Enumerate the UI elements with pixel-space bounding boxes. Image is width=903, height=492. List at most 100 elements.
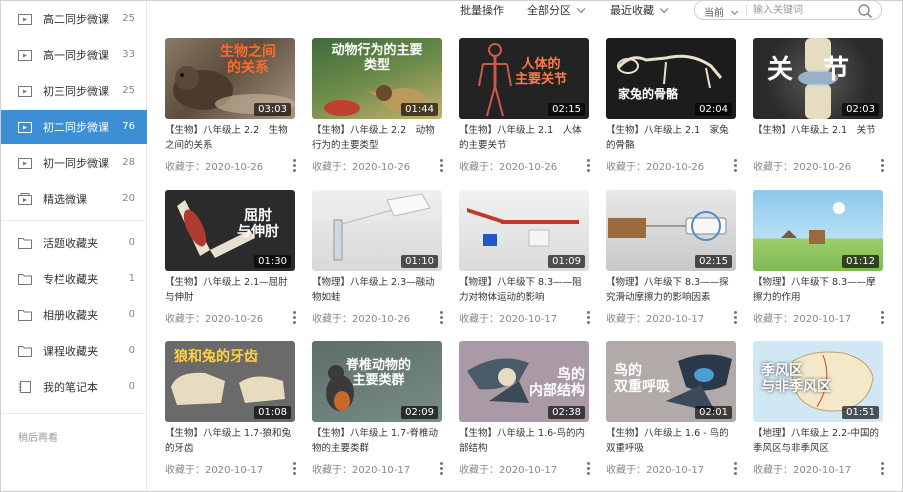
video-thumbnail[interactable]: 动物行为的主要 类型 01:44	[312, 38, 442, 119]
sidebar-item-count: 25	[122, 13, 135, 24]
favorited-date: 收藏于：2020-10-17	[606, 465, 705, 476]
sidebar-item-count: 76	[122, 121, 135, 132]
video-thumbnail[interactable]: 鸟的 双重呼吸 02:01	[606, 341, 736, 422]
video-thumbnail[interactable]: 狼和兔的牙齿 01:08	[165, 341, 295, 422]
favorited-date: 收藏于：2020-10-17	[753, 465, 852, 476]
video-title[interactable]: 【生物】八年级上 2.2 生物之间的关系	[165, 123, 295, 153]
video-folder-icon	[18, 158, 32, 169]
video-thumbnail[interactable]: 屈肘 与伸肘 01:30	[165, 190, 295, 271]
thumbnail-title: 家兔的骨骼	[618, 87, 679, 101]
sidebar-item-count: 25	[122, 85, 135, 96]
more-options-icon[interactable]	[585, 310, 591, 324]
video-duration: 01:12	[842, 255, 879, 268]
search-scope-label: 当前	[704, 8, 724, 19]
video-thumbnail[interactable]: 家兔的骨骼 02:04	[606, 38, 736, 119]
video-title[interactable]: 【物理】八年级下 8.3——阻力对物体运动的影响	[459, 275, 589, 305]
thumbnail-title: 生物之间 的关系	[220, 44, 276, 77]
video-title[interactable]: 【生物】八年级上 2.1 家兔的骨骼	[606, 123, 736, 153]
sidebar: 高二同步微课 25 高一同步微课 33 初三同步微课 25 初二同步微课 76 …	[1, 1, 147, 491]
sort-dropdown[interactable]: 最近收藏	[610, 2, 669, 18]
video-thumbnail[interactable]: 02:15	[606, 190, 736, 271]
video-title[interactable]: 【物理】八年级下 8.3——摩擦力的作用	[753, 275, 883, 305]
sidebar-item-grade7[interactable]: 初一同步微课 28	[1, 146, 147, 180]
video-thumbnail[interactable]: 人体的 主要关节 02:15	[459, 38, 589, 119]
search-input[interactable]	[753, 3, 853, 17]
more-options-icon[interactable]	[438, 158, 444, 172]
chevron-down-icon	[659, 4, 669, 14]
video-folder-icon	[18, 50, 32, 61]
video-title[interactable]: 【生物】八年级上 2.1 关节	[753, 123, 883, 153]
batch-operation-button[interactable]: 批量操作	[460, 2, 504, 18]
sidebar-item-live-favorites[interactable]: 活题收藏夹 0	[1, 226, 147, 260]
video-title[interactable]: 【生物】八年级上 1.7-脊椎动物的主要类群	[312, 426, 442, 456]
sidebar-item-label: 活题收藏夹	[43, 237, 98, 250]
more-options-icon[interactable]	[879, 310, 885, 324]
sidebar-item-course-favorites[interactable]: 课程收藏夹 0	[1, 334, 147, 368]
sidebar-item-grade9[interactable]: 初三同步微课 25	[1, 74, 147, 108]
sidebar-item-album-favorites[interactable]: 相册收藏夹 0	[1, 298, 147, 332]
video-thumbnail[interactable]: 生物之间 的关系 03:03	[165, 38, 295, 119]
thumbnail-title: 狼和兔的牙齿	[174, 349, 258, 365]
video-thumbnail[interactable]: 01:09	[459, 190, 589, 271]
more-options-icon[interactable]	[291, 158, 297, 172]
video-thumbnail[interactable]: 01:12	[753, 190, 883, 271]
more-options-icon[interactable]	[291, 310, 297, 324]
more-options-icon[interactable]	[585, 461, 591, 475]
video-title[interactable]: 【物理】八年级下 8.3——探究滑动摩擦力的影响因素	[606, 275, 736, 305]
sidebar-item-count: 0	[128, 381, 135, 392]
more-options-icon[interactable]	[585, 158, 591, 172]
sidebar-item-count: 0	[128, 345, 135, 356]
search-icon[interactable]	[857, 3, 873, 19]
sidebar-item-featured[interactable]: 精选微课 20	[1, 182, 147, 216]
sidebar-item-count: 0	[128, 237, 135, 248]
sidebar-divider	[1, 220, 147, 221]
video-thumbnail[interactable]: 鸟的 内部结构 02:38	[459, 341, 589, 422]
folder-icon	[18, 274, 32, 285]
video-duration: 02:03	[842, 103, 879, 116]
video-duration: 02:38	[548, 406, 585, 419]
sidebar-item-grade10[interactable]: 高一同步微课 33	[1, 38, 147, 72]
video-title[interactable]: 【地理】八年级上 2.2-中国的季风区与非季风区	[753, 426, 883, 456]
video-title[interactable]: 【生物】八年级上 2.1 人体的主要关节	[459, 123, 589, 153]
sidebar-item-label: 高二同步微课	[43, 13, 109, 26]
sidebar-item-label: 初二同步微课	[43, 121, 109, 134]
video-title[interactable]: 【生物】八年级上 2.2 动物行为的主要类型	[312, 123, 442, 153]
video-title[interactable]: 【生物】八年级上 1.6 - 鸟的双重呼吸	[606, 426, 736, 456]
sidebar-item-notebook[interactable]: 我的笔记本 0	[1, 370, 147, 404]
video-thumbnail[interactable]: 01:10	[312, 190, 442, 271]
video-title[interactable]: 【生物】八年级上 1.7-狼和兔的牙齿	[165, 426, 295, 456]
watch-later-link[interactable]: 稍后再看	[18, 429, 58, 444]
video-thumbnail[interactable]: 关 节 02:03	[753, 38, 883, 119]
more-options-icon[interactable]	[879, 461, 885, 475]
video-duration: 02:15	[695, 255, 732, 268]
more-options-icon[interactable]	[732, 461, 738, 475]
sidebar-item-grade8[interactable]: 初二同步微课 76	[1, 110, 147, 144]
more-options-icon[interactable]	[438, 310, 444, 324]
video-duration: 02:09	[401, 406, 438, 419]
more-options-icon[interactable]	[732, 158, 738, 172]
video-thumbnail[interactable]: 脊椎动物的 主要类群 02:09	[312, 341, 442, 422]
sidebar-item-label: 课程收藏夹	[43, 345, 98, 358]
sidebar-item-label: 专栏收藏夹	[43, 273, 98, 286]
sidebar-item-grade11[interactable]: 高二同步微课 25	[1, 2, 147, 36]
more-options-icon[interactable]	[291, 461, 297, 475]
video-thumbnail[interactable]: 季风区 与非季风区 01:51	[753, 341, 883, 422]
search-divider	[746, 5, 747, 16]
video-title[interactable]: 【生物】八年级上 2.1—屈肘与伸肘	[165, 275, 295, 305]
more-options-icon[interactable]	[879, 158, 885, 172]
more-options-icon[interactable]	[732, 310, 738, 324]
thumbnail-title: 鸟的 双重呼吸	[614, 363, 670, 396]
folder-icon	[18, 346, 32, 357]
search-scope-dropdown[interactable]: 当前	[704, 4, 739, 19]
category-dropdown[interactable]: 全部分区	[527, 2, 586, 18]
video-duration: 01:08	[254, 406, 291, 419]
featured-folder-icon	[18, 193, 32, 205]
thumbnail-title: 动物行为的主要 类型	[331, 43, 423, 73]
video-folder-icon	[18, 122, 32, 133]
thumbnail-title: 屈肘 与伸肘	[237, 208, 279, 241]
video-title[interactable]: 【生物】八年级上 1.6-鸟的内部结构	[459, 426, 589, 456]
video-title[interactable]: 【物理】八年级上 2.3—融动物如蛙	[312, 275, 442, 305]
video-duration: 02:01	[695, 406, 732, 419]
sidebar-item-column-favorites[interactable]: 专栏收藏夹 1	[1, 262, 147, 296]
more-options-icon[interactable]	[438, 461, 444, 475]
